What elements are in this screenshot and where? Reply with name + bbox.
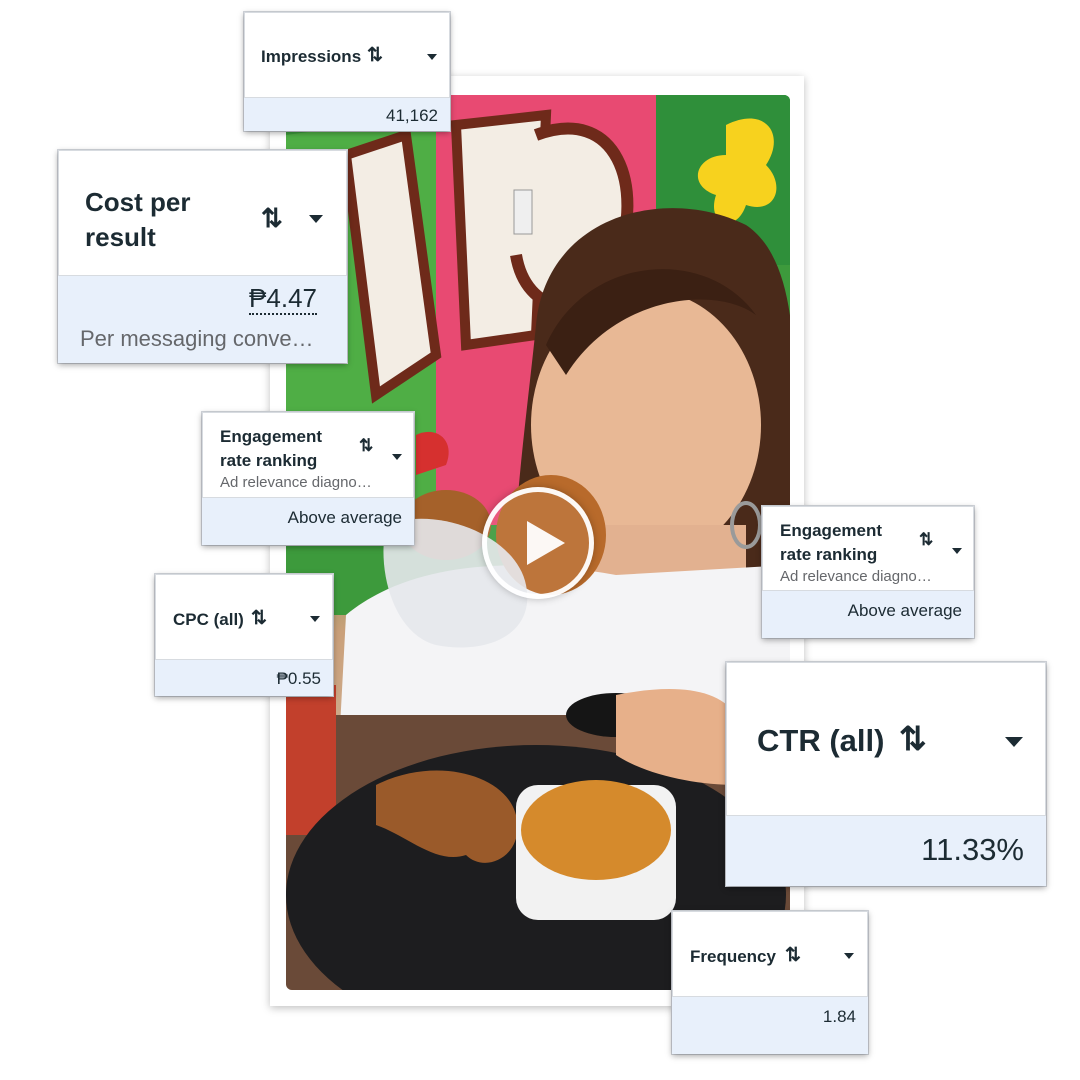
cost-per-result-value-area: ₱4.47 Per messaging conve…: [58, 276, 347, 363]
ctr-value: 11.33%: [921, 832, 1024, 867]
engagement-rate-ranking-card: Engagement rate ranking Ad relevance dia…: [202, 412, 414, 545]
frequency-title: Frequency: [690, 947, 776, 966]
chevron-down-icon[interactable]: [844, 953, 854, 959]
impressions-value: 41,162: [386, 106, 438, 125]
impressions-header[interactable]: Impressions ⇅: [244, 12, 450, 98]
ctr-title: CTR (all): [757, 723, 885, 758]
engagement-title-line2: rate ranking: [220, 451, 318, 470]
chevron-down-icon[interactable]: [309, 215, 323, 223]
cpc-title: CPC (all): [173, 610, 244, 629]
impressions-title: Impressions: [261, 47, 362, 66]
engagement-value: Above average: [847, 601, 962, 620]
cpc-header[interactable]: CPC (all) ⇅: [155, 574, 333, 660]
cpc-value: ₱0.55: [276, 669, 321, 688]
cost-per-result-header[interactable]: Cost per result ⇅: [58, 150, 347, 276]
chevron-down-icon[interactable]: [1005, 737, 1023, 747]
engagement-rate-ranking-card: Engagement rate ranking Ad relevance dia…: [762, 506, 974, 638]
sort-icon[interactable]: ⇅: [899, 719, 927, 758]
sort-icon[interactable]: ⇅: [359, 436, 373, 456]
engagement-rate-ranking-header[interactable]: Engagement rate ranking Ad relevance dia…: [762, 506, 974, 591]
sort-icon[interactable]: ⇅: [251, 607, 267, 630]
engagement-value-area: Above average: [762, 591, 974, 638]
chevron-down-icon[interactable]: [392, 454, 402, 460]
frequency-header[interactable]: Frequency ⇅: [672, 911, 868, 997]
sort-icon[interactable]: ⇅: [261, 203, 283, 234]
ctr-value-area: 11.33%: [726, 816, 1046, 886]
engagement-subtitle: Ad relevance diagno…: [780, 568, 932, 585]
engagement-title-line2: rate ranking: [780, 545, 878, 564]
ctr-header[interactable]: CTR (all) ⇅: [726, 662, 1046, 816]
play-icon: [527, 521, 565, 565]
engagement-title-line1: Engagement: [220, 427, 323, 446]
chevron-down-icon[interactable]: [952, 548, 962, 554]
cpc-card: CPC (all) ⇅ ₱0.55: [155, 574, 333, 696]
engagement-subtitle: Ad relevance diagno…: [220, 474, 372, 491]
impressions-card: Impressions ⇅ 41,162: [244, 12, 450, 131]
cpc-value-area: ₱0.55: [155, 660, 333, 696]
cost-per-result-value: ₱4.47: [249, 283, 317, 315]
frequency-value-area: 1.84: [672, 997, 868, 1054]
sort-icon[interactable]: ⇅: [367, 44, 383, 67]
chevron-down-icon[interactable]: [427, 54, 437, 60]
impressions-value-area: 41,162: [244, 98, 450, 131]
play-button[interactable]: [482, 487, 594, 599]
cost-per-result-card: Cost per result ⇅ ₱4.47 Per messaging co…: [58, 150, 347, 363]
cost-per-result-title-line2: result: [85, 222, 156, 252]
engagement-rate-ranking-header[interactable]: Engagement rate ranking Ad relevance dia…: [202, 412, 414, 498]
engagement-value-area: Above average: [202, 498, 414, 545]
frequency-value: 1.84: [822, 1007, 856, 1026]
chevron-down-icon[interactable]: [310, 616, 320, 622]
cost-per-result-subtitle: Per messaging conve…: [80, 326, 314, 351]
engagement-value: Above average: [287, 508, 402, 527]
ctr-card: CTR (all) ⇅ 11.33%: [726, 662, 1046, 886]
sort-icon[interactable]: ⇅: [919, 530, 933, 550]
engagement-title-line1: Engagement: [780, 521, 883, 540]
frequency-card: Frequency ⇅ 1.84: [672, 911, 868, 1054]
cost-per-result-title-line1: Cost per: [85, 187, 191, 217]
sort-icon[interactable]: ⇅: [785, 944, 801, 967]
